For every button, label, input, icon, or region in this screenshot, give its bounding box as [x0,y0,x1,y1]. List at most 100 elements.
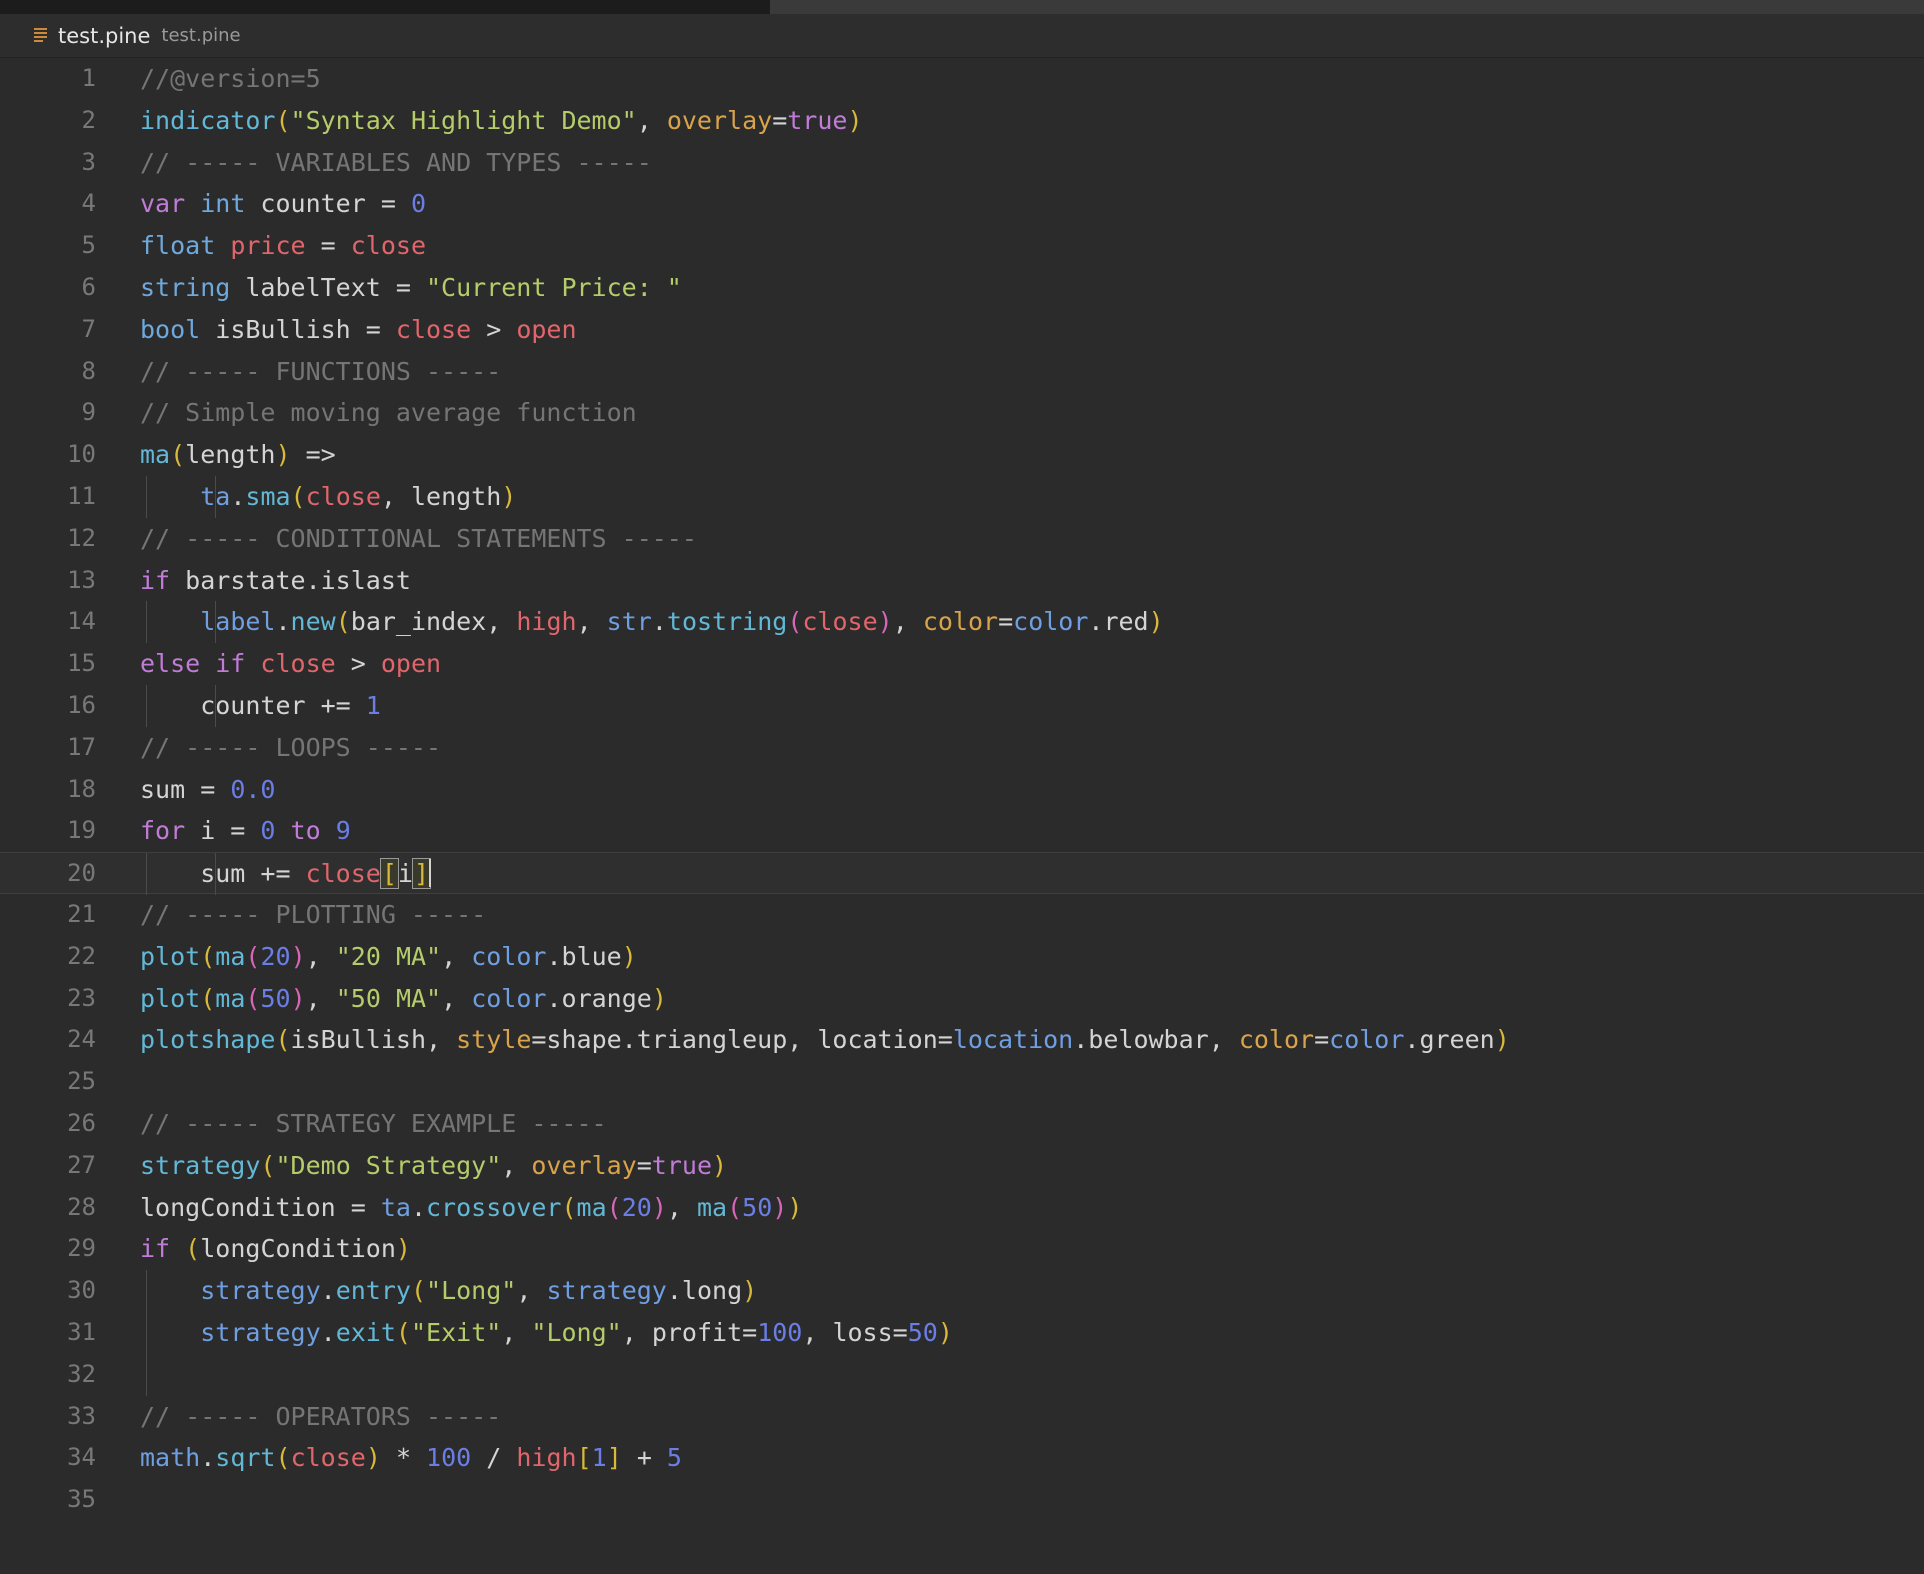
line-number: 29 [67,1234,96,1263]
line-content[interactable]: // Simple moving average function [96,392,637,434]
line-content[interactable]: math.sqrt(close) * 100 / high[1] + 5 [96,1437,682,1479]
code-line[interactable]: 4 var int counter = 0 [0,183,1924,225]
code-line[interactable]: 6 string labelText = "Current Price: " [0,267,1924,309]
tab-test-pine[interactable]: test.pine test.pine [0,14,255,58]
line-content[interactable]: indicator("Syntax Highlight Demo", overl… [96,100,863,142]
code-line[interactable]: 7 bool isBullish = close > open [0,309,1924,351]
line-number: 10 [67,440,96,469]
line-number: 16 [67,690,96,719]
line-content[interactable]: else if close > open [96,643,441,685]
code-line[interactable]: 16 counter += 1 [0,684,1924,727]
line-content[interactable]: // ----- PLOTTING ----- [96,894,486,936]
line-number: 25 [67,1067,96,1096]
line-content[interactable]: // ----- VARIABLES AND TYPES ----- [96,142,652,184]
line-number: 8 [81,356,96,385]
code-line[interactable]: 5 float price = close [0,225,1924,267]
line-content[interactable]: bool isBullish = close > open [96,309,577,351]
code-line[interactable]: 29 if (longCondition) [0,1228,1924,1270]
line-number: 1 [81,64,96,92]
line-number: 2 [81,105,96,134]
line-content[interactable] [96,1061,155,1103]
code-line[interactable]: 27 strategy("Demo Strategy", overlay=true… [0,1145,1924,1187]
line-content[interactable]: string labelText = "Current Price: " [96,267,682,309]
code-line[interactable]: 18 sum = 0.0 [0,769,1924,811]
code-line[interactable]: 30 strategy.entry("Long", strategy.long) [0,1270,1924,1312]
line-content[interactable] [96,1479,155,1521]
code-line[interactable]: 28 longCondition = ta.crossover(ma(20), m… [0,1187,1924,1229]
tab-title: test.pine [58,23,151,48]
line-content[interactable]: plotshape(isBullish, style=shape.triangl… [96,1019,1510,1061]
code-line[interactable]: 32 [0,1353,1924,1396]
line-content[interactable] [96,1354,155,1396]
line-content[interactable]: for i = 0 to 9 [96,810,351,852]
line-content[interactable]: // ----- STRATEGY EXAMPLE ----- [96,1103,607,1145]
code-line[interactable]: 1//@version=5 [0,58,1924,100]
line-content[interactable]: ta.sma(close, length) [96,476,516,518]
code-line[interactable]: 19 for i = 0 to 9 [0,810,1924,852]
line-content[interactable]: longCondition = ta.crossover(ma(20), ma(… [96,1187,802,1229]
code-line[interactable]: 31 strategy.exit("Exit", "Long", profit=… [0,1311,1924,1354]
code-line[interactable]: 9// Simple moving average function [0,392,1924,434]
line-content[interactable]: // ----- OPERATORS ----- [96,1396,501,1438]
line-content[interactable]: // ----- LOOPS ----- [96,727,441,769]
line-content[interactable]: //@version=5 [96,58,321,100]
line-content[interactable]: counter += 1 [96,685,381,727]
line-number: 33 [67,1401,96,1430]
code-line[interactable]: 25 [0,1061,1924,1103]
code-line[interactable]: 3// ----- VARIABLES AND TYPES ----- [0,142,1924,184]
code-line[interactable]: 13 if barstate.islast [0,560,1924,602]
bracket-match-open: [ [379,858,399,890]
code-line[interactable]: 23 plot(ma(50), "50 MA", color.orange) [0,978,1924,1020]
line-number: 9 [81,398,96,427]
line-number: 22 [67,941,96,970]
line-number: 26 [67,1108,96,1137]
line-number: 14 [67,607,96,636]
line-number: 11 [67,481,96,510]
code-line[interactable]: 14 label.new(bar_index, high, str.tostri… [0,601,1924,644]
code-line[interactable]: 12// ----- CONDITIONAL STATEMENTS ----- [0,518,1924,560]
code-line[interactable]: 24 plotshape(isBullish, style=shape.trian… [0,1019,1924,1061]
line-number: 20 [67,859,96,888]
line-number: 6 [81,272,96,301]
line-number: 24 [67,1025,96,1054]
line-content[interactable]: ma(length) => [96,434,336,476]
code-line[interactable]: 15 else if close > open [0,643,1924,685]
code-line[interactable]: 34 math.sqrt(close) * 100 / high[1] + 5 [0,1437,1924,1479]
code-line[interactable]: 2 indicator("Syntax Highlight Demo", over… [0,100,1924,142]
code-line[interactable]: 11 ta.sma(close, length) [0,475,1924,518]
code-line[interactable]: 33// ----- OPERATORS ----- [0,1396,1924,1438]
code-line[interactable]: 26// ----- STRATEGY EXAMPLE ----- [0,1103,1924,1145]
tab-subtitle: test.pine [161,25,241,46]
line-content[interactable]: if (longCondition) [96,1228,411,1270]
window-top-strip-right [770,0,1924,14]
line-number: 7 [81,314,96,343]
code-line-current[interactable]: 20 sum += close[i] [0,852,1924,895]
line-number: 30 [67,1276,96,1305]
line-content[interactable]: plot(ma(20), "20 MA", color.blue) [96,936,637,978]
line-content[interactable]: strategy("Demo Strategy", overlay=true) [96,1145,727,1187]
line-content[interactable]: strategy.entry("Long", strategy.long) [96,1270,757,1312]
code-line[interactable]: 21// ----- PLOTTING ----- [0,894,1924,936]
line-number: 5 [81,231,96,260]
line-content[interactable]: plot(ma(50), "50 MA", color.orange) [96,978,667,1020]
line-content[interactable]: float price = close [96,225,426,267]
code-line[interactable]: 22 plot(ma(20), "20 MA", color.blue) [0,936,1924,978]
window-top-strip [0,0,1924,14]
line-content[interactable]: sum += close[i] [96,853,432,895]
line-content[interactable]: var int counter = 0 [96,183,426,225]
line-number: 13 [67,565,96,594]
line-content[interactable]: label.new(bar_index, high, str.tostring(… [96,601,1163,643]
code-line[interactable]: 10 ma(length) => [0,434,1924,476]
line-number: 23 [67,983,96,1012]
line-content[interactable]: strategy.exit("Exit", "Long", profit=100… [96,1312,953,1354]
line-number: 19 [67,816,96,845]
line-content[interactable]: // ----- FUNCTIONS ----- [96,351,501,393]
line-content[interactable]: // ----- CONDITIONAL STATEMENTS ----- [96,518,697,560]
code-line[interactable]: 35 [0,1479,1924,1521]
line-number: 32 [67,1359,96,1388]
code-line[interactable]: 17// ----- LOOPS ----- [0,727,1924,769]
line-content[interactable]: if barstate.islast [96,560,411,602]
line-content[interactable]: sum = 0.0 [96,769,275,811]
code-editor[interactable]: 1//@version=5 2 indicator("Syntax Highlig… [0,58,1924,1574]
code-line[interactable]: 8// ----- FUNCTIONS ----- [0,351,1924,393]
